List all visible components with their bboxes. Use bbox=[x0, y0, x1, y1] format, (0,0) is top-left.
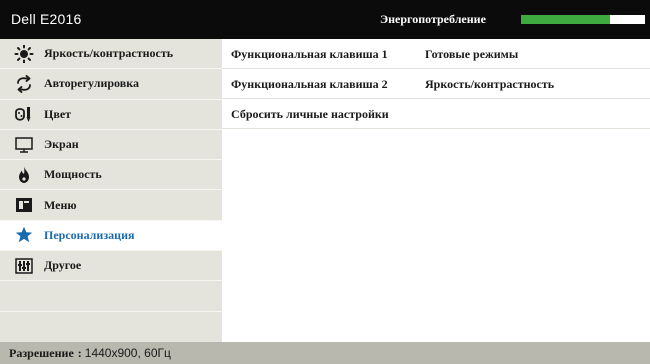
setting-label: Функциональная клавиша 1 bbox=[231, 47, 388, 61]
energy-meter bbox=[521, 15, 645, 24]
sidebar-item-personalize[interactable]: Персонализация bbox=[0, 220, 222, 252]
menu-icon bbox=[14, 196, 34, 214]
sidebar-item-label: Яркость/контрастность bbox=[44, 46, 174, 61]
setting-label: Сбросить личные настройки bbox=[231, 107, 389, 121]
sidebar-item-label: Персонализация bbox=[44, 227, 135, 242]
star-icon bbox=[14, 226, 34, 244]
sidebar-item-brightness-contrast[interactable]: Яркость/контрастность bbox=[0, 39, 222, 70]
sidebar-item-label: Авторегулировка bbox=[44, 76, 139, 91]
sidebar-item-color[interactable]: Цвет bbox=[0, 99, 222, 130]
sidebar-item-label: Мощность bbox=[44, 167, 102, 182]
sidebar-item-auto-adjust[interactable]: Авторегулировка bbox=[0, 69, 222, 100]
sidebar-empty-slot bbox=[0, 281, 222, 312]
sidebar-empty-slot bbox=[0, 311, 222, 342]
sidebar-item-menu[interactable]: Меню bbox=[0, 190, 222, 221]
brightness-icon bbox=[14, 44, 34, 63]
title-bar: Dell E2016 Энергопотребление bbox=[0, 0, 650, 39]
setting-row-reset-personalization[interactable]: Сбросить личные настройки bbox=[222, 99, 650, 129]
display-icon bbox=[14, 136, 34, 154]
energy-meter-fill bbox=[521, 15, 611, 24]
monitor-model: Dell E2016 bbox=[11, 11, 82, 27]
auto-adjust-icon bbox=[14, 75, 34, 93]
energy-label: Энергопотребление bbox=[380, 12, 486, 26]
resolution-label: Разрешение bbox=[9, 345, 74, 360]
sidebar-item-label: Цвет bbox=[44, 106, 72, 121]
sidebar-item-label: Экран bbox=[44, 137, 79, 152]
setting-label: Функциональная клавиша 2 bbox=[231, 77, 388, 91]
power-icon bbox=[14, 166, 34, 184]
setting-row-shortcut-key-1[interactable]: Функциональная клавиша 1 Готовые режимы bbox=[222, 39, 650, 69]
color-icon bbox=[14, 105, 34, 123]
status-bar: Разрешение : 1440x900, 60Гц bbox=[0, 342, 650, 364]
setting-row-shortcut-key-2[interactable]: Функциональная клавиша 2 Яркость/контрас… bbox=[222, 69, 650, 99]
setting-value: Готовые режимы bbox=[425, 47, 519, 61]
resolution-separator: : bbox=[77, 345, 82, 360]
sidebar-item-label: Меню bbox=[44, 197, 77, 212]
settings-panel: Функциональная клавиша 1 Готовые режимы … bbox=[222, 39, 650, 342]
sidebar-item-other[interactable]: Другое bbox=[0, 251, 222, 282]
sidebar-item-label: Другое bbox=[44, 258, 82, 273]
setting-value: Яркость/контрастность bbox=[425, 77, 555, 91]
sidebar-item-power[interactable]: Мощность bbox=[0, 160, 222, 191]
sidebar: Яркость/контрастность Авторегулировка Цв… bbox=[0, 39, 222, 342]
other-icon bbox=[14, 257, 34, 275]
monitor-osd: Dell E2016 Энергопотребление Яркость/кон… bbox=[0, 0, 650, 364]
sidebar-item-display[interactable]: Экран bbox=[0, 129, 222, 161]
resolution-value: 1440x900, 60Гц bbox=[84, 346, 171, 360]
